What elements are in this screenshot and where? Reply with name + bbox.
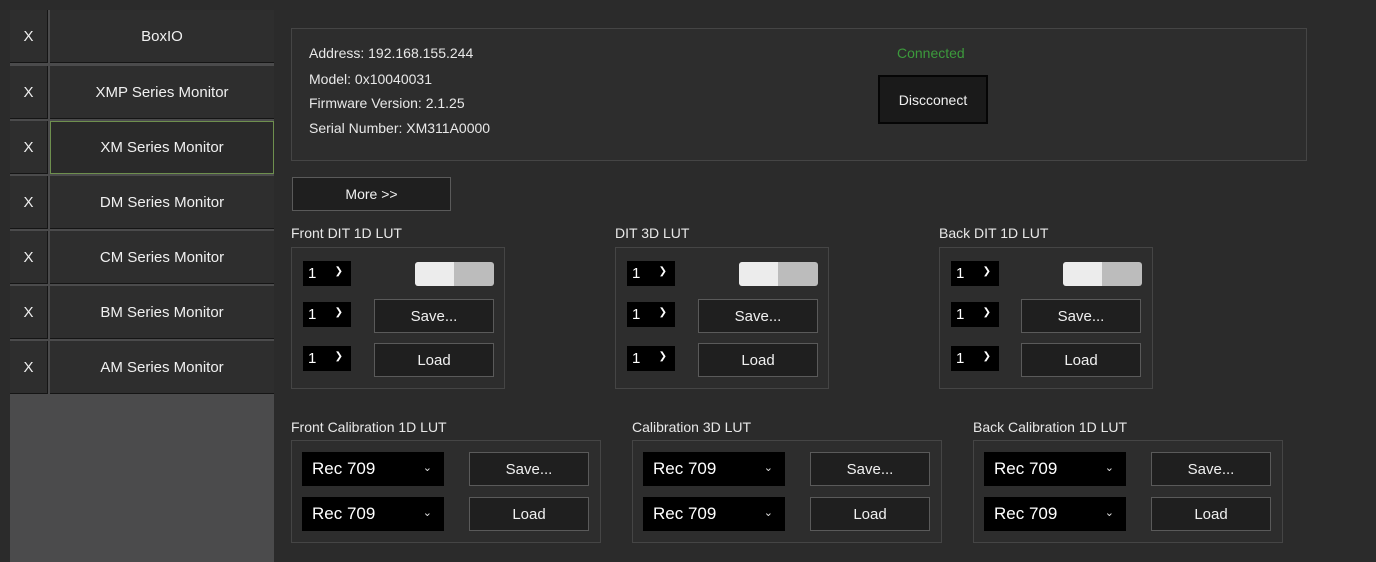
close-cm-button[interactable]: X — [10, 231, 48, 284]
sidebar-item-am-label[interactable]: AM Series Monitor — [50, 341, 274, 394]
back-calibration-save-button[interactable]: Save... — [1151, 452, 1271, 486]
chevron-down-icon: ⌄ — [763, 462, 773, 474]
calibration-3d-load-button[interactable]: Load — [810, 497, 930, 531]
close-xmp-button[interactable]: X — [10, 66, 48, 119]
back-dit-save-button[interactable]: Save... — [1021, 299, 1141, 333]
dit-3d-select-1-value: 1 — [632, 265, 641, 282]
close-boxio-button[interactable]: X — [10, 10, 48, 63]
dit-3d-select-1[interactable]: 1 ❯ — [627, 261, 675, 286]
back-dit-select-1[interactable]: 1 ❯ — [951, 261, 999, 286]
device-serial: Serial Number: XM311A0000 — [309, 120, 491, 136]
sidebar-item-xm: X XM Series Monitor — [10, 121, 274, 175]
toggle-knob — [415, 262, 454, 286]
sidebar-item-am: X AM Series Monitor — [10, 341, 274, 395]
device-model: Model: 0x10040031 — [309, 71, 432, 87]
front-calibration-1d-lut-title: Front Calibration 1D LUT — [291, 419, 447, 435]
chevron-down-icon: ❯ — [334, 307, 343, 318]
toggle-knob — [1063, 262, 1102, 286]
close-bm-button[interactable]: X — [10, 286, 48, 339]
sidebar-item-boxio-label[interactable]: BoxIO — [50, 10, 274, 63]
dit-3d-select-3-value: 1 — [632, 350, 641, 367]
back-calibration-load-button[interactable]: Load — [1151, 497, 1271, 531]
close-am-button[interactable]: X — [10, 341, 48, 394]
close-dm-button[interactable]: X — [10, 176, 48, 229]
chevron-down-icon: ❯ — [334, 266, 343, 277]
chevron-down-icon: ❯ — [334, 351, 343, 362]
chevron-down-icon: ⌄ — [422, 507, 432, 519]
connection-status: Connected — [897, 45, 965, 61]
chevron-down-icon: ⌄ — [1104, 507, 1114, 519]
device-sidebar: X BoxIO X XMP Series Monitor X XM Series… — [10, 10, 274, 562]
device-address: Address: 192.168.155.244 — [309, 45, 474, 61]
back-dit-load-button[interactable]: Load — [1021, 343, 1141, 377]
back-calibration-select-1-value: Rec 709 — [994, 459, 1058, 478]
sidebar-item-xmp-label[interactable]: XMP Series Monitor — [50, 66, 274, 119]
sidebar-item-cm: X CM Series Monitor — [10, 231, 274, 285]
back-calibration-select-1[interactable]: Rec 709 ⌄ — [984, 452, 1126, 486]
front-calibration-select-1-value: Rec 709 — [312, 459, 376, 478]
back-dit-toggle[interactable] — [1063, 262, 1142, 286]
close-xm-button[interactable]: X — [10, 121, 48, 174]
chevron-down-icon: ⌄ — [763, 507, 773, 519]
chevron-down-icon: ❯ — [982, 307, 991, 318]
sidebar-item-cm-label[interactable]: CM Series Monitor — [50, 231, 274, 284]
sidebar-item-bm: X BM Series Monitor — [10, 286, 274, 340]
front-dit-select-2[interactable]: 1 ❯ — [303, 302, 351, 327]
sidebar-item-dm-label[interactable]: DM Series Monitor — [50, 176, 274, 229]
sidebar-item-bm-label[interactable]: BM Series Monitor — [50, 286, 274, 339]
front-calibration-select-2[interactable]: Rec 709 ⌄ — [302, 497, 444, 531]
sidebar-item-boxio: X BoxIO — [10, 10, 274, 64]
dit-3d-lut-title: DIT 3D LUT — [615, 225, 690, 241]
calibration-3d-select-1-value: Rec 709 — [653, 459, 717, 478]
sidebar-item-xm-label[interactable]: XM Series Monitor — [50, 121, 274, 174]
calibration-3d-save-button[interactable]: Save... — [810, 452, 930, 486]
chevron-down-icon: ⌄ — [1104, 462, 1114, 474]
disconnect-button[interactable]: Discconect — [878, 75, 988, 124]
sidebar-item-dm: X DM Series Monitor — [10, 176, 274, 230]
chevron-down-icon: ❯ — [658, 351, 667, 362]
back-calibration-select-2-value: Rec 709 — [994, 504, 1058, 523]
calibration-3d-lut-title: Calibration 3D LUT — [632, 419, 752, 435]
back-dit-select-3-value: 1 — [956, 350, 965, 367]
dit-3d-save-button[interactable]: Save... — [698, 299, 818, 333]
front-calibration-select-1[interactable]: Rec 709 ⌄ — [302, 452, 444, 486]
chevron-down-icon: ⌄ — [422, 462, 432, 474]
dit-3d-select-2[interactable]: 1 ❯ — [627, 302, 675, 327]
dit-3d-toggle[interactable] — [739, 262, 818, 286]
front-dit-select-3[interactable]: 1 ❯ — [303, 346, 351, 371]
front-dit-1d-lut-title: Front DIT 1D LUT — [291, 225, 402, 241]
front-calibration-load-button[interactable]: Load — [469, 497, 589, 531]
front-calibration-save-button[interactable]: Save... — [469, 452, 589, 486]
back-dit-1d-lut-title: Back DIT 1D LUT — [939, 225, 1049, 241]
back-calibration-1d-lut-title: Back Calibration 1D LUT — [973, 419, 1128, 435]
front-dit-load-button[interactable]: Load — [374, 343, 494, 377]
front-dit-save-button[interactable]: Save... — [374, 299, 494, 333]
toggle-knob — [739, 262, 778, 286]
front-dit-select-2-value: 1 — [308, 306, 317, 323]
front-dit-select-3-value: 1 — [308, 350, 317, 367]
sidebar-item-xmp: X XMP Series Monitor — [10, 66, 274, 120]
device-info-panel: Address: 192.168.155.244 Model: 0x100400… — [291, 28, 1307, 161]
back-dit-select-2-value: 1 — [956, 306, 965, 323]
calibration-3d-select-2[interactable]: Rec 709 ⌄ — [643, 497, 785, 531]
more-button[interactable]: More >> — [292, 177, 451, 211]
dit-3d-load-button[interactable]: Load — [698, 343, 818, 377]
calibration-3d-select-1[interactable]: Rec 709 ⌄ — [643, 452, 785, 486]
chevron-down-icon: ❯ — [658, 266, 667, 277]
chevron-down-icon: ❯ — [982, 266, 991, 277]
calibration-3d-select-2-value: Rec 709 — [653, 504, 717, 523]
front-calibration-select-2-value: Rec 709 — [312, 504, 376, 523]
front-dit-toggle[interactable] — [415, 262, 494, 286]
device-firmware: Firmware Version: 2.1.25 — [309, 95, 465, 111]
chevron-down-icon: ❯ — [982, 351, 991, 362]
back-calibration-select-2[interactable]: Rec 709 ⌄ — [984, 497, 1126, 531]
back-dit-select-1-value: 1 — [956, 265, 965, 282]
back-dit-select-3[interactable]: 1 ❯ — [951, 346, 999, 371]
chevron-down-icon: ❯ — [658, 307, 667, 318]
back-dit-select-2[interactable]: 1 ❯ — [951, 302, 999, 327]
front-dit-select-1-value: 1 — [308, 265, 317, 282]
front-dit-select-1[interactable]: 1 ❯ — [303, 261, 351, 286]
dit-3d-select-2-value: 1 — [632, 306, 641, 323]
dit-3d-select-3[interactable]: 1 ❯ — [627, 346, 675, 371]
